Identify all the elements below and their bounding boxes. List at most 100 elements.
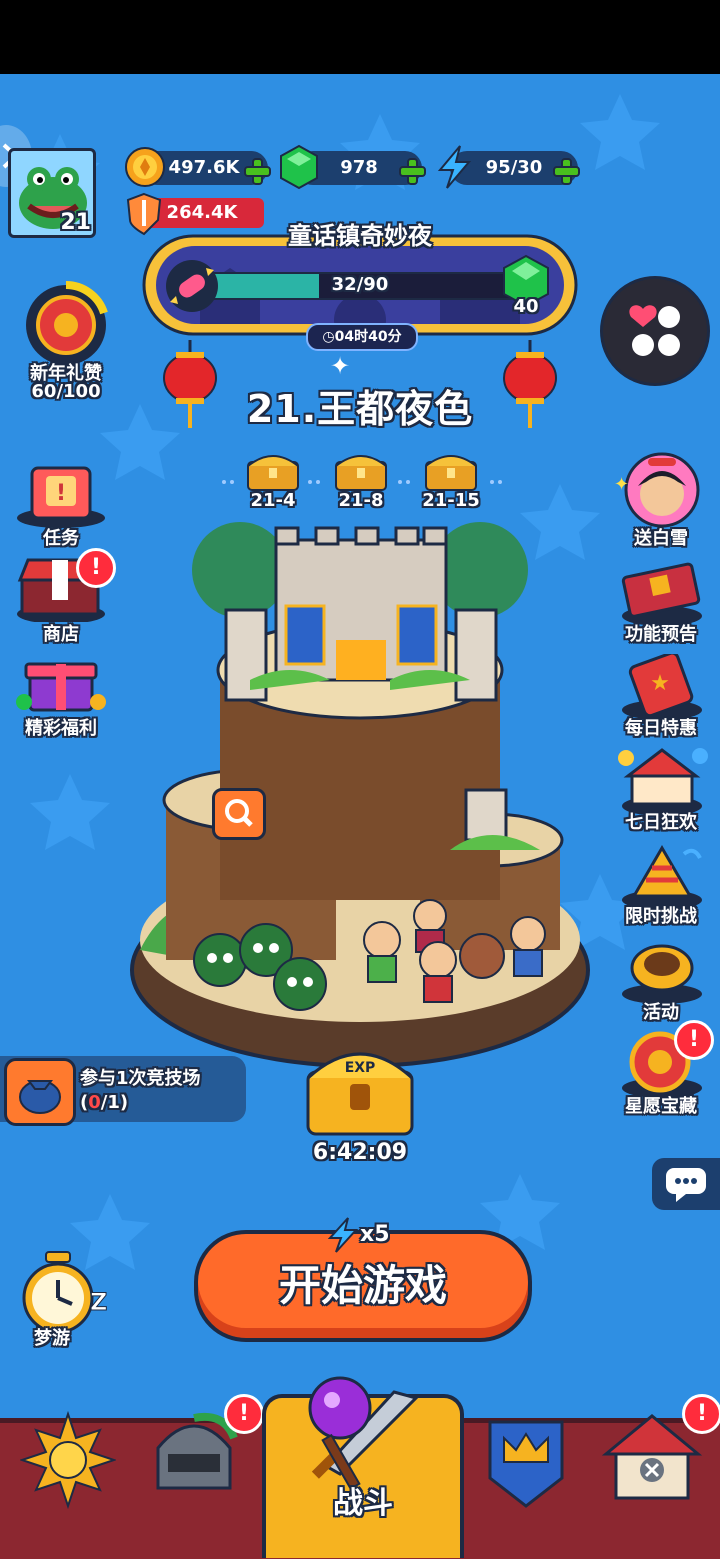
svg-text:!: ! [56, 481, 66, 506]
nav-battle-tab[interactable]: 战斗 [262, 1376, 464, 1558]
party-hat-icon [622, 845, 702, 910]
feature-preview-item[interactable]: 功能预告 [604, 560, 716, 646]
snow-white-avatar-icon: ✦ [614, 452, 700, 528]
quest-tip-current: 0 [88, 1092, 101, 1113]
drum-icon [622, 944, 702, 1004]
gold-coin-icon [125, 147, 165, 187]
quest-menu-item[interactable]: ! 任务 [6, 462, 116, 552]
start-cost-text: x5 [360, 1222, 390, 1247]
quest-tip-progress: (0/1) [80, 1092, 128, 1113]
quest-bag-icon-box [4, 1058, 76, 1126]
treasure-chest-icon [247, 455, 299, 491]
quest-tip-total: /1) [100, 1092, 129, 1113]
svg-text:EXP: EXP [345, 1060, 376, 1076]
event-timer: ◷04时40分 [306, 323, 418, 351]
clock-icon: ◷ [322, 329, 335, 345]
sun-icon [18, 1410, 118, 1510]
crown-shield-icon [488, 1420, 564, 1508]
energy-value: 95/30 [485, 157, 543, 178]
event-banner[interactable]: 童话镇奇妙夜 32/90 40 ◷04时40分 [140, 222, 580, 351]
lightning-energy-icon [437, 145, 472, 189]
shop-label: 商店 [43, 624, 79, 645]
chest-2-label: 21-8 [338, 490, 384, 511]
dream-mode-button[interactable]: Z 梦游 [14, 1248, 114, 1349]
gold-value: 497.6K [168, 157, 240, 178]
money-bag-icon [19, 1080, 61, 1114]
exp-chest-icon: EXP [306, 1052, 414, 1136]
snow-white-gift-item[interactable]: ✦ 送白雪 [604, 450, 716, 550]
event-progress-text: 32/90 [331, 274, 389, 295]
new-year-progress: 60/100 [31, 381, 101, 402]
book-icon [621, 562, 702, 626]
town-alert-badge: ! [682, 1394, 720, 1434]
nav-town-tab[interactable]: ! [600, 1394, 720, 1508]
green-gem-icon [280, 144, 318, 190]
nav-guild-tab[interactable] [478, 1408, 574, 1508]
welfare-menu-item[interactable]: 精彩福利 [6, 650, 116, 742]
nav-hero-tab[interactable]: ! [144, 1394, 264, 1508]
player-avatar[interactable]: 21 [8, 148, 96, 238]
lightning-cost-icon [327, 1217, 359, 1253]
snow-white-label: 送白雪 [634, 528, 688, 549]
start-game-label: 开始游戏 [278, 1261, 447, 1310]
chest-1[interactable]: 21-4 [242, 448, 304, 511]
candy-icon [166, 260, 218, 312]
chest-1-label: 21-4 [250, 490, 296, 511]
sparkle-icon: ✦ [330, 352, 351, 380]
idle-reward-chest[interactable]: EXP 6:42:09 [300, 1032, 420, 1168]
magnifier-icon [225, 799, 253, 827]
event-title: 童话镇奇妙夜 [288, 222, 432, 250]
ticket-icon: ★ [622, 654, 702, 720]
carnival-tent-icon [618, 748, 708, 816]
seven-day-carnival-item[interactable]: 七日狂欢 [604, 744, 716, 836]
event-reward-count: 40 [513, 296, 539, 317]
chat-button[interactable] [652, 1158, 720, 1210]
player-level: 21 [60, 210, 91, 235]
star-wish-alert-badge: ! [674, 1020, 714, 1060]
treasure-chest-icon [425, 455, 477, 491]
svg-text:★: ★ [650, 671, 670, 696]
medal-icon [26, 281, 108, 365]
daily-deal-item[interactable]: ★ 每日特惠 [604, 654, 716, 740]
add-energy-button[interactable] [552, 157, 580, 185]
shop-menu-item[interactable]: ! 商店 [6, 548, 116, 646]
chest-3-label: 21-15 [422, 490, 480, 511]
feature-preview-label: 功能预告 [625, 624, 697, 645]
chat-bubble-icon [666, 1168, 706, 1202]
more-menu-button[interactable] [600, 276, 710, 386]
chest-3[interactable]: 21-15 [420, 448, 482, 511]
star-wish-treasure-item[interactable]: ! 星愿宝藏 [604, 1020, 716, 1122]
limited-challenge-item[interactable]: 限时挑战 [604, 840, 716, 930]
limited-challenge-label: 限时挑战 [625, 906, 697, 927]
add-gem-button[interactable] [398, 157, 426, 185]
nav-sun-tab[interactable] [18, 1410, 118, 1510]
dream-label: 梦游 [34, 1328, 70, 1349]
quest-tip-panel[interactable]: 参与1次竞技场 (0/1) [0, 1056, 246, 1126]
gem-value: 978 [340, 157, 378, 178]
crossed-swords-orb-icon [308, 1376, 419, 1491]
quest-tip-paren: ( [80, 1092, 89, 1113]
stage-title: 21.王都夜色 [246, 387, 474, 431]
chest-2[interactable]: 21-8 [330, 448, 392, 511]
gift-box-icon [16, 662, 106, 712]
star-wish-label: 星愿宝藏 [625, 1096, 697, 1117]
quest-scroll-icon: ! [17, 466, 105, 528]
add-gold-button[interactable] [243, 157, 271, 185]
svg-text:✦: ✦ [614, 474, 629, 495]
shop-alert-badge: ! [76, 548, 116, 588]
idle-reward-timer: 6:42:09 [312, 1140, 408, 1165]
svg-text:Z: Z [90, 1288, 107, 1316]
quest-label: 任务 [43, 528, 79, 549]
status-bar [0, 0, 720, 74]
quest-tip-text: 参与1次竞技场 [80, 1068, 201, 1089]
inspect-button[interactable] [212, 788, 266, 840]
heart-dots-icon [629, 305, 680, 356]
activity-item[interactable]: 活动 [604, 934, 716, 1026]
new-year-reward[interactable]: 新年礼赞 60/100 [10, 275, 122, 405]
battle-tab-label: 战斗 [333, 1486, 393, 1521]
event-timer-text: 04时40分 [334, 329, 402, 345]
hero-alert-badge: ! [224, 1394, 264, 1434]
start-cost: x5 [326, 1216, 406, 1256]
daily-deal-label: 每日特惠 [625, 718, 697, 739]
welfare-label: 精彩福利 [25, 718, 97, 739]
